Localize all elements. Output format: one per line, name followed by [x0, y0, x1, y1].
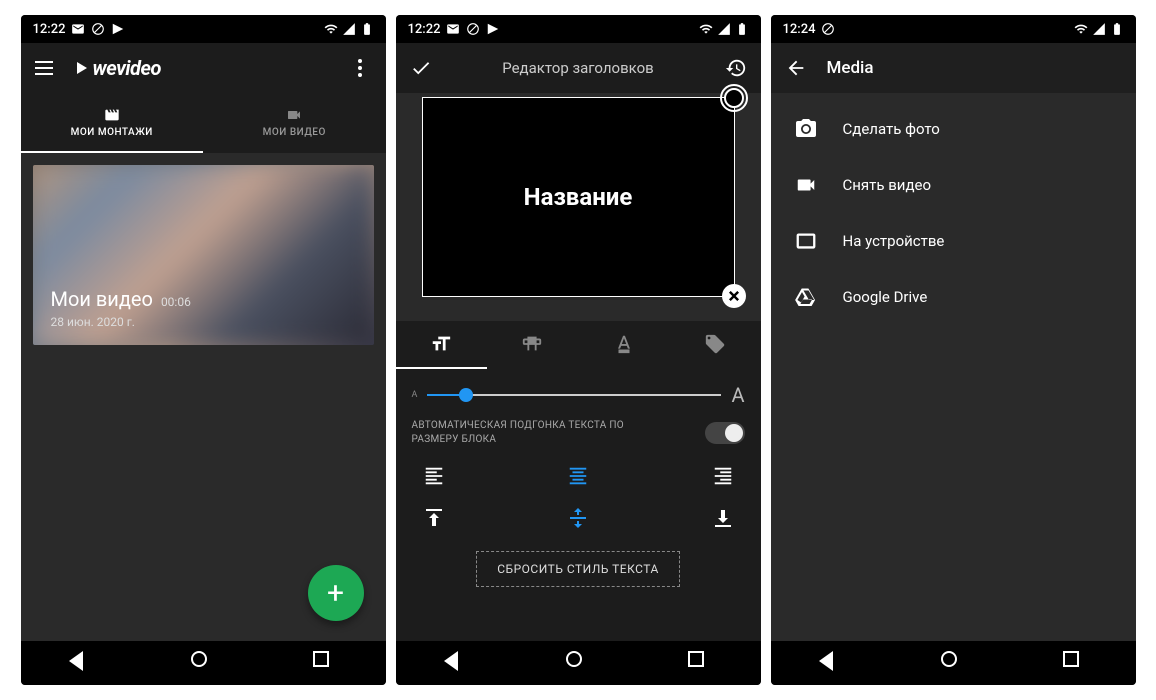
- signal-icon: [342, 22, 356, 36]
- add-button[interactable]: +: [308, 565, 364, 621]
- status-time: 12:24: [783, 22, 816, 37]
- align-right-button[interactable]: [709, 465, 737, 487]
- valign-middle-button[interactable]: [564, 507, 592, 529]
- title-text[interactable]: Название: [524, 183, 633, 211]
- reset-style-button[interactable]: СБРОСИТЬ СТИЛЬ ТЕКСТА: [476, 551, 680, 587]
- project-title: Мои видео: [51, 287, 153, 311]
- photo-icon: [791, 117, 821, 141]
- phone-media: 12:24 Media Сделать фото Снять вид: [771, 15, 1136, 685]
- history-icon[interactable]: [725, 57, 747, 79]
- block-icon: [821, 22, 835, 36]
- size-small-label: A: [412, 390, 418, 400]
- title-preview[interactable]: Название: [422, 97, 735, 297]
- block-icon: [466, 22, 480, 36]
- nav-bar: [21, 641, 386, 685]
- media-item-video[interactable]: Снять видео: [771, 157, 1136, 213]
- signal-icon: [717, 22, 731, 36]
- media-item-label: Google Drive: [843, 288, 928, 306]
- editor-app-bar: Редактор заголовков: [396, 43, 761, 93]
- tab-animation[interactable]: [669, 321, 760, 369]
- project-date: 28 июн. 2020 г.: [51, 315, 191, 329]
- media-item-label: На устройстве: [843, 232, 945, 250]
- battery-icon: [360, 22, 374, 36]
- tab-color[interactable]: [578, 321, 669, 369]
- nav-recent-icon[interactable]: [688, 651, 712, 675]
- valign-top-button[interactable]: [420, 507, 448, 529]
- wifi-icon: [1074, 22, 1088, 36]
- wifi-icon: [699, 22, 713, 36]
- clapper-icon: [101, 107, 123, 123]
- signal-icon: [1092, 22, 1106, 36]
- app-logo: wevideo: [77, 56, 161, 80]
- phone-editor: 12:22 Редактор заголовков Название: [396, 15, 761, 685]
- media-item-label: Сделать фото: [843, 120, 940, 138]
- play-store-icon: [111, 22, 125, 36]
- back-icon[interactable]: [785, 57, 807, 79]
- nav-bar: [771, 641, 1136, 685]
- editor-title: Редактор заголовков: [432, 59, 725, 77]
- align-center-button[interactable]: [564, 465, 592, 487]
- text-style-panel: A A АВТОМАТИЧЕСКАЯ ПОДГОНКА ТЕКСТА ПО РА…: [396, 369, 761, 641]
- project-duration: 00:06: [161, 295, 191, 309]
- play-store-icon: [486, 22, 500, 36]
- editor-tabs: [396, 321, 761, 369]
- media-app-bar: Media: [771, 43, 1136, 93]
- autofit-label: АВТОМАТИЧЕСКАЯ ПОДГОНКА ТЕКСТА ПО РАЗМЕР…: [412, 419, 652, 447]
- rotate-handle[interactable]: [720, 84, 748, 112]
- project-list: Мои видео 00:06 28 июн. 2020 г. +: [21, 153, 386, 641]
- slider-thumb[interactable]: [459, 388, 473, 402]
- media-item-device[interactable]: На устройстве: [771, 213, 1136, 269]
- nav-home-icon[interactable]: [941, 651, 965, 675]
- font-size-slider[interactable]: A A: [412, 383, 745, 407]
- valign-bottom-button[interactable]: [709, 507, 737, 529]
- media-content: Сделать фото Снять видео На устройстве G…: [771, 93, 1136, 641]
- resize-handle[interactable]: [722, 284, 746, 308]
- status-bar: 12:22: [21, 15, 386, 43]
- autofit-toggle[interactable]: [705, 422, 745, 444]
- status-time: 12:22: [33, 22, 66, 37]
- tab-videos[interactable]: МОИ ВИДЕО: [203, 93, 386, 153]
- mail-icon: [446, 22, 460, 36]
- block-icon: [91, 22, 105, 36]
- phone-home: 12:22 wevideo МОИ МОНТАЖИ: [21, 15, 386, 685]
- overflow-icon[interactable]: [348, 56, 372, 80]
- mail-icon: [71, 22, 85, 36]
- tabs: МОИ МОНТАЖИ МОИ ВИДЕО: [21, 93, 386, 153]
- nav-bar: [396, 641, 761, 685]
- nav-recent-icon[interactable]: [313, 651, 337, 675]
- tab-montages[interactable]: МОИ МОНТАЖИ: [21, 93, 204, 153]
- nav-back-icon[interactable]: [69, 651, 93, 675]
- camera-icon: [283, 107, 305, 123]
- confirm-icon[interactable]: [410, 57, 432, 79]
- media-item-photo[interactable]: Сделать фото: [771, 101, 1136, 157]
- battery-icon: [1110, 22, 1124, 36]
- status-time: 12:22: [408, 22, 441, 37]
- slider-track[interactable]: [427, 394, 721, 396]
- nav-back-icon[interactable]: [819, 651, 843, 675]
- status-bar: 12:22: [396, 15, 761, 43]
- nav-back-icon[interactable]: [444, 651, 468, 675]
- app-bar: wevideo: [21, 43, 386, 93]
- menu-icon[interactable]: [35, 56, 59, 80]
- play-icon: [77, 62, 87, 74]
- media-list: Сделать фото Снять видео На устройстве G…: [771, 93, 1136, 333]
- align-left-button[interactable]: [420, 465, 448, 487]
- tab-textsize[interactable]: [396, 321, 487, 369]
- battery-icon: [735, 22, 749, 36]
- project-card[interactable]: Мои видео 00:06 28 июн. 2020 г.: [33, 165, 374, 345]
- status-bar: 12:24: [771, 15, 1136, 43]
- media-title: Media: [827, 58, 1122, 78]
- drive-icon: [791, 285, 821, 309]
- video-icon: [791, 173, 821, 197]
- wifi-icon: [324, 22, 338, 36]
- tab-font[interactable]: [487, 321, 578, 369]
- media-item-label: Снять видео: [843, 176, 932, 194]
- nav-home-icon[interactable]: [566, 651, 590, 675]
- nav-home-icon[interactable]: [191, 651, 215, 675]
- size-big-label: A: [731, 383, 744, 407]
- device-icon: [791, 229, 821, 253]
- nav-recent-icon[interactable]: [1063, 651, 1087, 675]
- media-item-drive[interactable]: Google Drive: [771, 269, 1136, 325]
